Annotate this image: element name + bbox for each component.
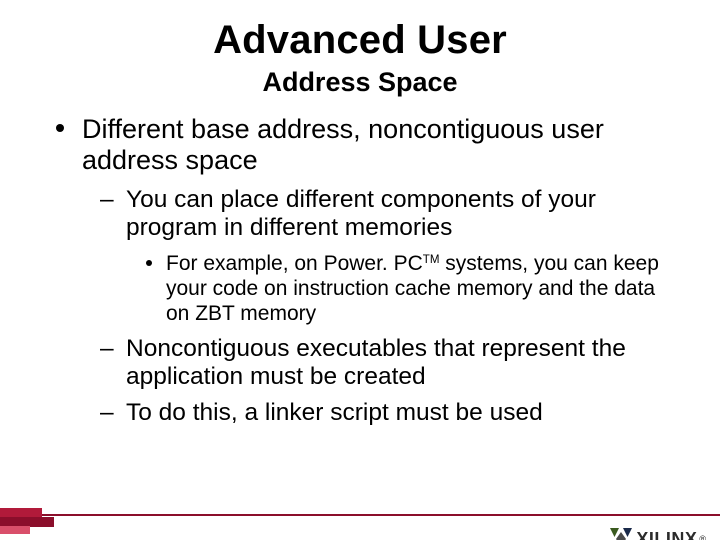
xilinx-logo: XILINX® (610, 528, 706, 540)
slide-subtitle: Address Space (0, 67, 720, 98)
bullet-level2: – Noncontiguous executables that represe… (100, 335, 680, 391)
bullet-text: You can place different components of yo… (126, 186, 596, 241)
bullet-level2: – To do this, a linker script must be us… (100, 399, 680, 427)
xilinx-x-icon (610, 528, 632, 540)
footer-divider (0, 514, 720, 516)
bullet-dot-icon (146, 260, 152, 266)
dash-icon: – (100, 399, 114, 427)
dash-icon: – (100, 186, 114, 214)
bullet-level1: Different base address, noncontiguous us… (56, 114, 680, 427)
bullet-text: To do this, a linker script must be used (126, 399, 543, 426)
bullet-text: Noncontiguous executables that represent… (126, 335, 626, 390)
slide-title: Advanced User (0, 18, 720, 63)
bullet-level2: – You can place different components of … (100, 186, 680, 327)
registered-symbol: ® (699, 534, 706, 540)
trademark-symbol: TM (423, 254, 440, 266)
content-area: Different base address, noncontiguous us… (56, 114, 680, 427)
logo-text: XILINX (636, 529, 697, 540)
dash-icon: – (100, 335, 114, 363)
footer-decoration-icon (0, 508, 58, 536)
bullet-text: Different base address, noncontiguous us… (82, 114, 604, 175)
bullet-level3: For example, on Power. PCTM systems, you… (146, 252, 680, 326)
bullet-text-pre: For example, on Power. PC (166, 252, 423, 275)
footer: XILINX® (0, 514, 720, 540)
bullet-dot-icon (56, 124, 64, 132)
slide: Advanced User Address Space Different ba… (0, 18, 720, 540)
